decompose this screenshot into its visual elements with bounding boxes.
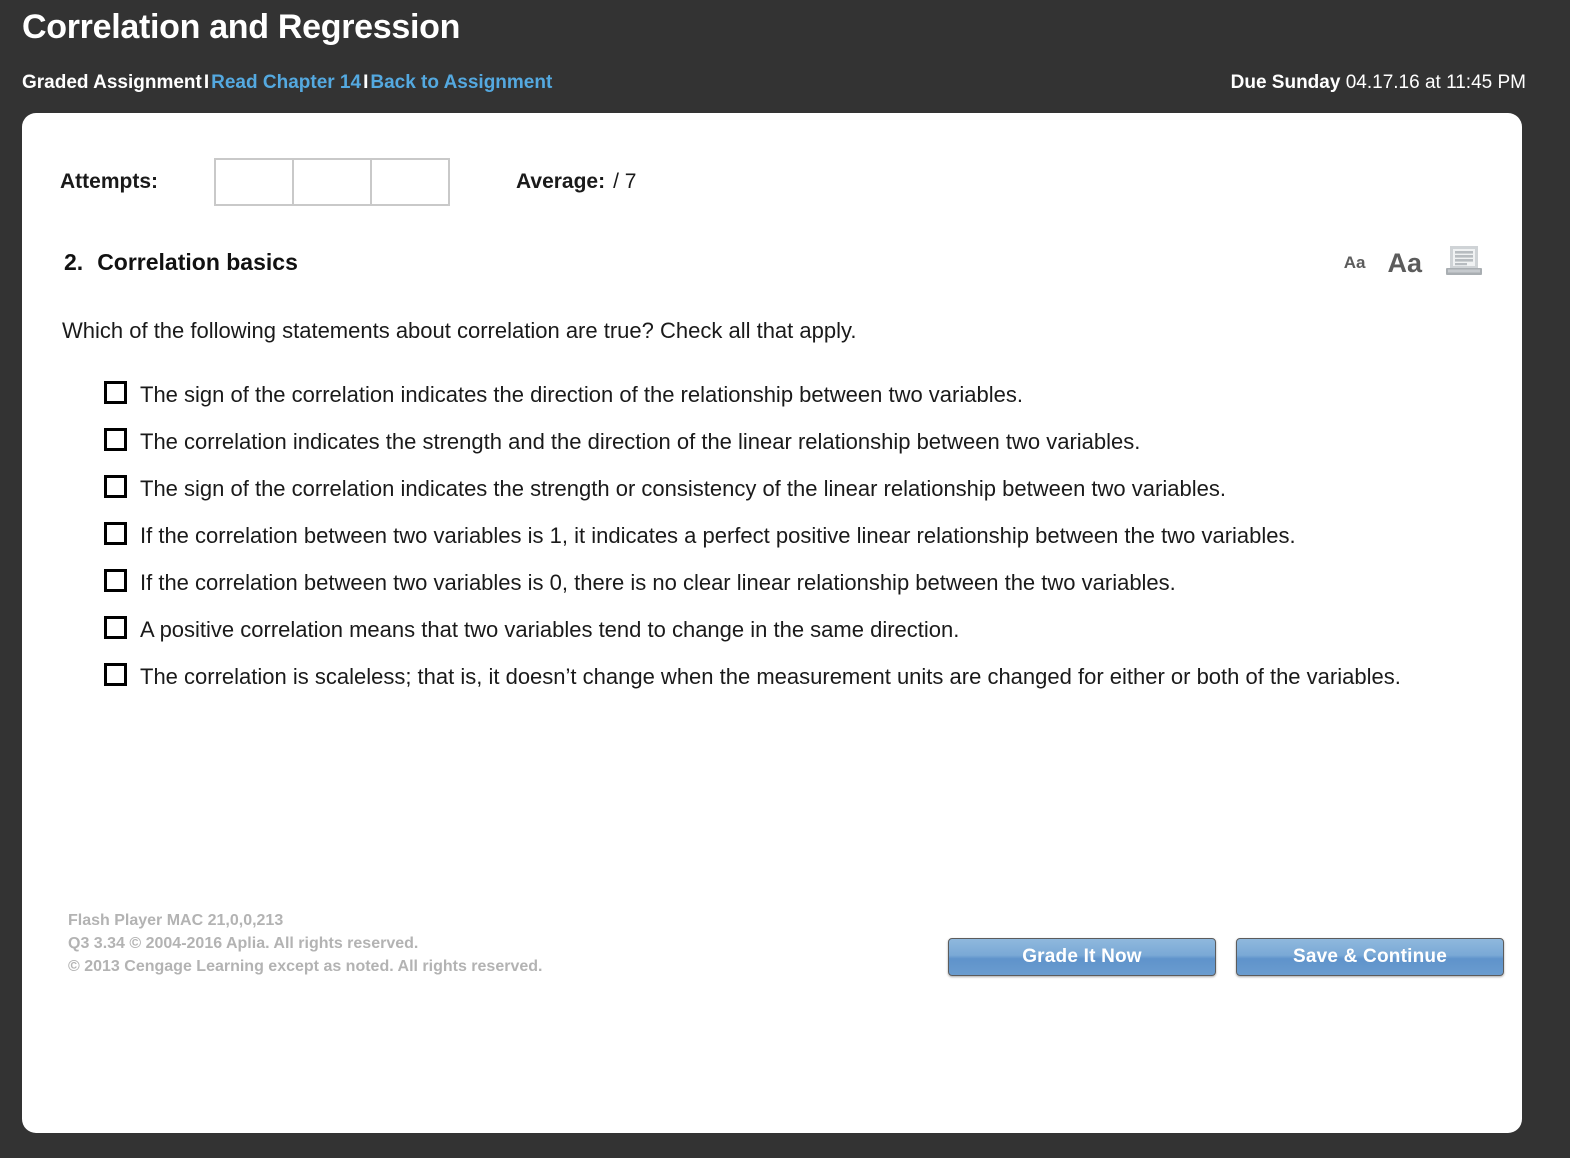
option-label-2[interactable]: The correlation indicates the strength a… [140,422,1140,462]
options-list: The sign of the correlation indicates th… [104,375,1504,704]
checkbox-option-7[interactable] [104,663,127,686]
attempts-label: Attempts: [60,170,158,193]
app-header: Correlation and Regression Graded Assign… [0,0,1570,113]
attempt-box-1 [214,158,294,206]
footer-line-2: Q3 3.34 © 2004-2016 Aplia. All rights re… [68,935,419,952]
attempt-box-3 [370,158,450,206]
decrease-font-size-button[interactable]: Aa [1344,254,1366,273]
back-to-assignment-link[interactable]: Back to Assignment [370,72,552,93]
option-label-3[interactable]: The sign of the correlation indicates th… [140,469,1226,509]
option-label-4[interactable]: If the correlation between two variables… [140,516,1296,556]
footer-legal: Flash Player MAC 21,0,0,213 Q3 3.34 © 20… [68,909,542,978]
average-value: / 7 [613,170,637,193]
breadcrumb-separator-2: I [363,72,369,93]
option-label-5[interactable]: If the correlation between two variables… [140,563,1176,603]
content-panel: Attempts: Average: / 7 2. Correlation basi… [22,113,1522,1133]
question-heading: 2. Correlation basics [64,249,298,276]
footer-line-3: © 2013 Cengage Learning except as noted.… [68,958,543,975]
breadcrumb: Graded Assignment I Read Chapter 14 I Back t… [22,72,552,94]
checkbox-option-5[interactable] [104,569,127,592]
option-row-6[interactable]: A positive correlation means that two va… [104,610,1504,650]
option-row-1[interactable]: The sign of the correlation indicates th… [104,375,1504,415]
question-number: 2. [64,249,84,275]
option-row-3[interactable]: The sign of the correlation indicates th… [104,469,1504,509]
breadcrumb-assignment-label: Graded Assignment [22,72,202,93]
checkbox-option-1[interactable] [104,381,127,404]
attempt-box-2 [292,158,372,206]
question-title: Correlation basics [97,249,298,275]
average-label: Average: [516,170,606,193]
text-tools: Aa Aa [1344,241,1484,285]
breadcrumb-separator-1: I [203,72,210,93]
checkbox-option-2[interactable] [104,428,127,451]
due-label: Due Sunday [1230,72,1341,93]
save-and-continue-button[interactable]: Save & Continue [1236,938,1504,976]
printer-icon[interactable] [1444,244,1484,283]
page-title: Correlation and Regression [22,8,461,46]
option-label-7[interactable]: The correlation is scaleless; that is, i… [140,657,1401,697]
option-row-2[interactable]: The correlation indicates the strength a… [104,422,1504,462]
option-label-6[interactable]: A positive correlation means that two va… [140,610,959,650]
due-value: 04.17.16 at 11:45 PM [1345,72,1526,93]
checkbox-option-4[interactable] [104,522,127,545]
action-buttons: Grade It Now Save & Continue [948,938,1504,976]
read-chapter-link[interactable]: Read Chapter 14 [211,72,361,93]
option-row-5[interactable]: If the correlation between two variables… [104,563,1504,603]
grade-it-now-button[interactable]: Grade It Now [948,938,1216,976]
footer-line-1: Flash Player MAC 21,0,0,213 [68,912,284,929]
checkbox-option-3[interactable] [104,475,127,498]
option-label-1[interactable]: The sign of the correlation indicates th… [140,375,1023,415]
increase-font-size-button[interactable]: Aa [1387,249,1422,277]
checkbox-option-6[interactable] [104,616,127,639]
question-prompt: Which of the following statements about … [62,318,857,343]
attempts-boxes [214,158,450,206]
option-row-7[interactable]: The correlation is scaleless; that is, i… [104,657,1504,697]
due-date: Due Sunday 04.17.16 at 11:45 PM [1231,72,1526,94]
average-block: Average: / 7 [516,170,636,194]
option-row-4[interactable]: If the correlation between two variables… [104,516,1504,556]
